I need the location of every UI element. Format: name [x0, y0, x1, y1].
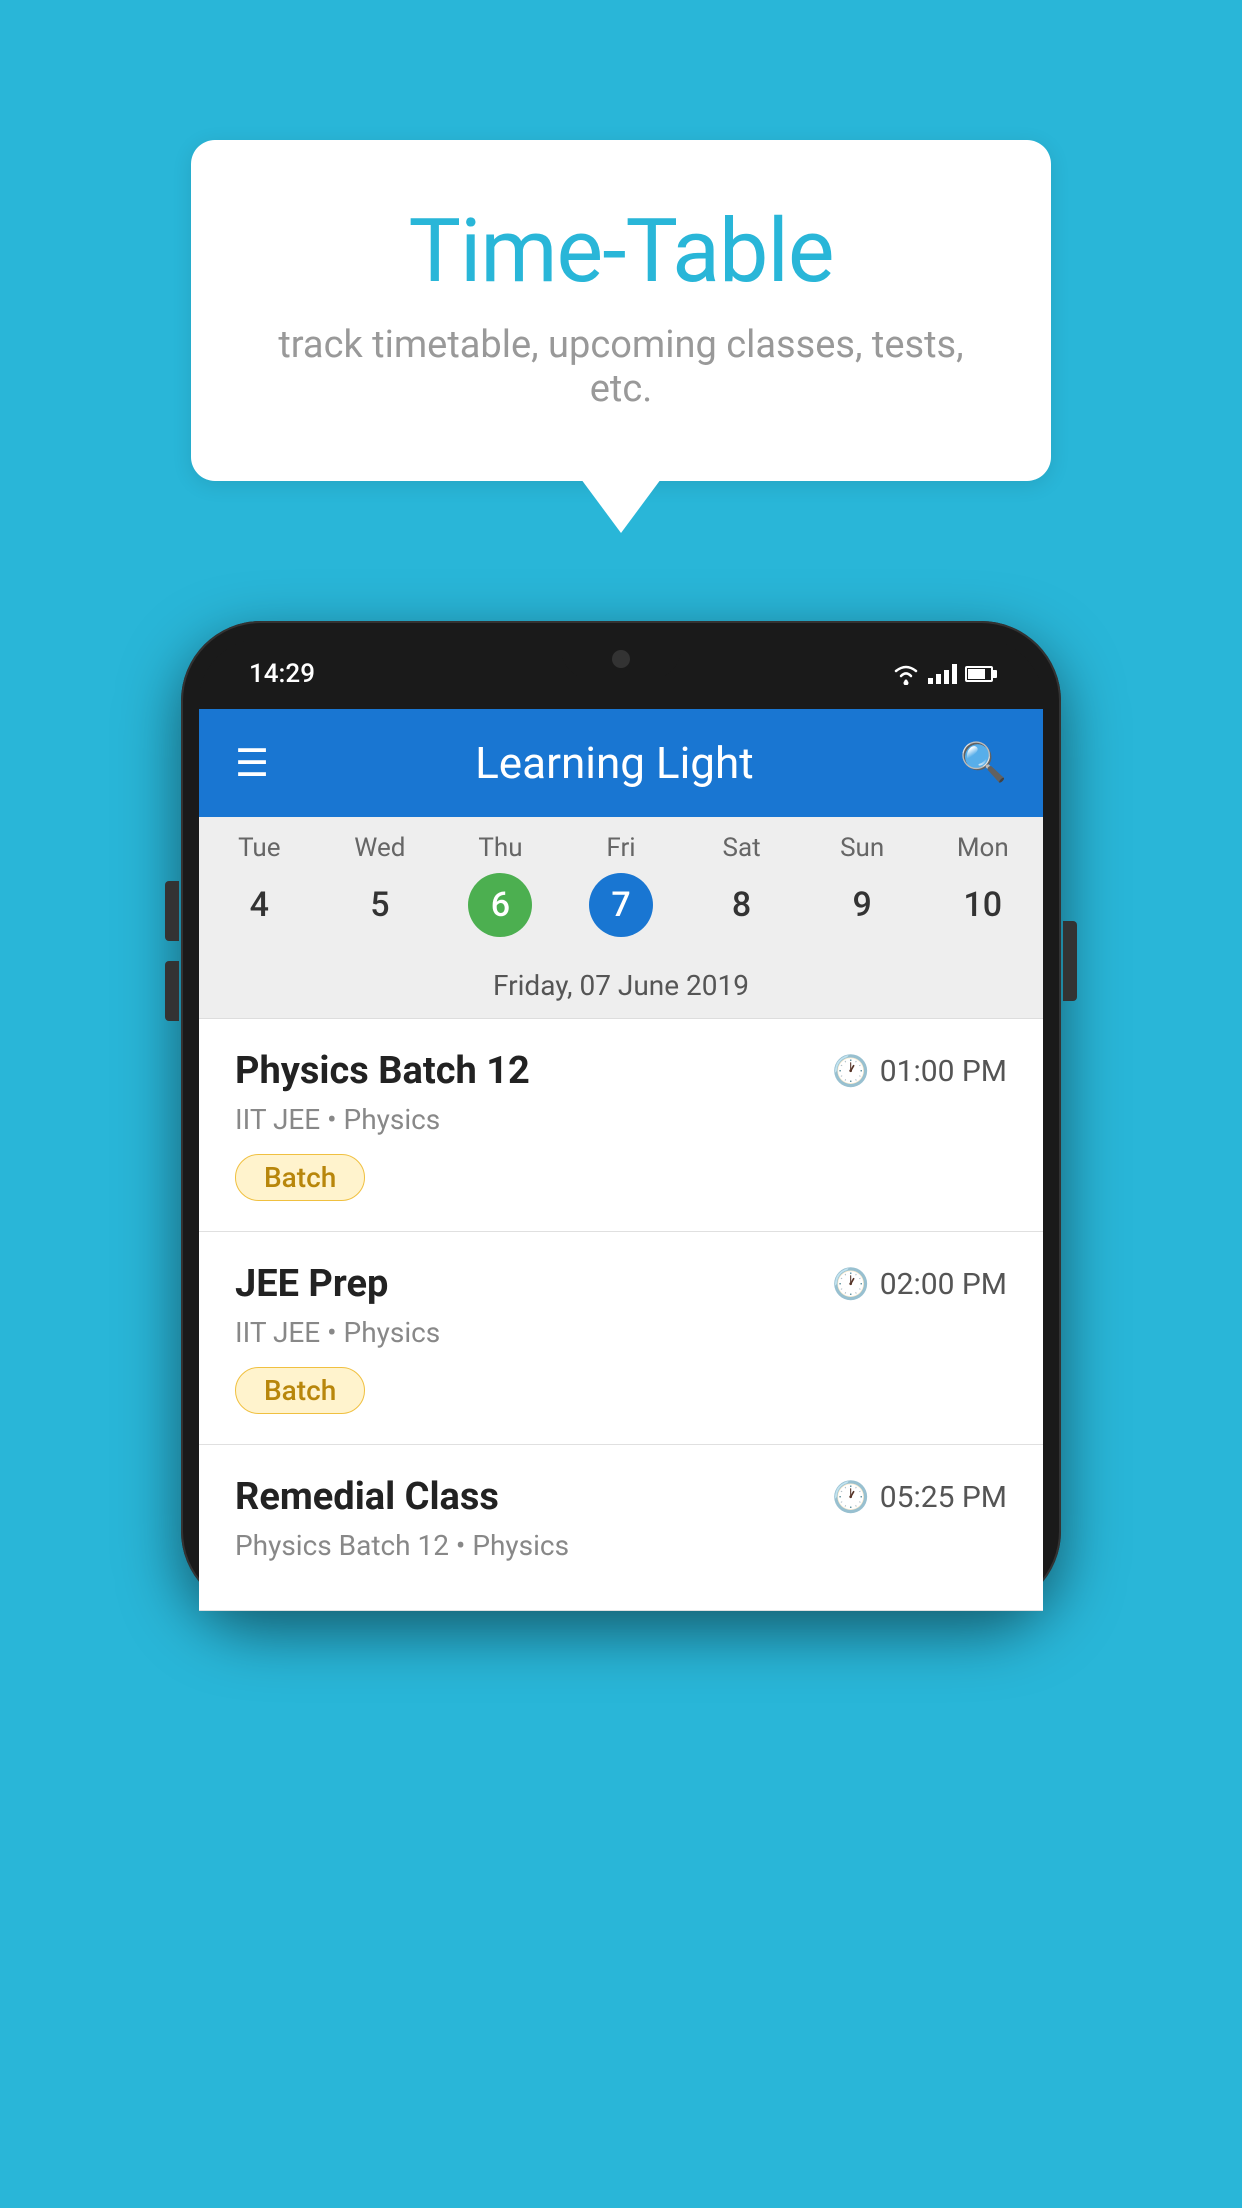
class-name: JEE Prep [235, 1262, 388, 1306]
app-title: Learning Light [269, 737, 960, 789]
calendar-day[interactable]: Thu 6 [440, 833, 561, 945]
day-number[interactable]: 10 [951, 873, 1015, 937]
class-item[interactable]: JEE Prep 🕐 02:00 PM IIT JEE • Physics Batch [199, 1232, 1043, 1445]
day-number[interactable]: 7 [589, 873, 653, 937]
class-name: Physics Batch 12 [235, 1049, 530, 1093]
status-bar: 14:29 [199, 639, 1043, 709]
speech-bubble: Time-Table track timetable, upcoming cla… [191, 140, 1051, 481]
volume-up-button [165, 881, 179, 941]
wifi-icon [892, 663, 920, 685]
class-item[interactable]: Remedial Class 🕐 05:25 PM Physics Batch 12… [199, 1445, 1043, 1611]
class-meta: IIT JEE • Physics [235, 1103, 1007, 1136]
class-time: 🕐 02:00 PM [832, 1267, 1007, 1302]
battery-fill [968, 669, 985, 679]
batch-tag: Batch [235, 1367, 365, 1414]
day-number[interactable]: 8 [710, 873, 774, 937]
day-number[interactable]: 5 [348, 873, 412, 937]
day-name: Sat [681, 833, 802, 863]
day-name: Wed [320, 833, 441, 863]
class-meta: IIT JEE • Physics [235, 1316, 1007, 1349]
menu-icon[interactable]: ☰ [235, 741, 269, 786]
class-header: Remedial Class 🕐 05:25 PM [235, 1475, 1007, 1519]
app-header: ☰ Learning Light 🔍 [199, 709, 1043, 817]
day-number[interactable]: 6 [468, 873, 532, 937]
status-time: 14:29 [249, 659, 315, 689]
class-time: 🕐 01:00 PM [832, 1054, 1007, 1089]
signal-icon [928, 664, 957, 684]
clock-icon: 🕐 [832, 1054, 869, 1089]
class-item[interactable]: Physics Batch 12 🕐 01:00 PM IIT JEE • Phys… [199, 1019, 1043, 1232]
day-name: Sun [802, 833, 923, 863]
class-header: JEE Prep 🕐 02:00 PM [235, 1262, 1007, 1306]
class-header: Physics Batch 12 🕐 01:00 PM [235, 1049, 1007, 1093]
phone-shell: 14:29 [181, 621, 1061, 1611]
calendar-day[interactable]: Sat 8 [681, 833, 802, 945]
clock-icon: 🕐 [832, 1480, 869, 1515]
day-name: Thu [440, 833, 561, 863]
day-number[interactable]: 9 [830, 873, 894, 937]
calendar-section: Tue 4 Wed 5 Thu 6 Fri 7 Sat 8 Sun 9 Mon 10 Friday, 07… [199, 817, 1043, 1019]
clock-icon: 🕐 [832, 1267, 869, 1302]
day-number[interactable]: 4 [227, 873, 291, 937]
phone-notch [561, 639, 681, 679]
classes-list: Physics Batch 12 🕐 01:00 PM IIT JEE • Phys… [199, 1019, 1043, 1611]
class-meta: Physics Batch 12 • Physics [235, 1529, 1007, 1562]
battery-icon [965, 666, 993, 682]
calendar-day[interactable]: Wed 5 [320, 833, 441, 945]
selected-date-label: Friday, 07 June 2019 [199, 953, 1043, 1019]
phone-mockup: 14:29 [181, 621, 1061, 1611]
calendar-day[interactable]: Sun 9 [802, 833, 923, 945]
bubble-subtitle: track timetable, upcoming classes, tests… [271, 323, 971, 411]
search-icon[interactable]: 🔍 [960, 741, 1007, 785]
status-icons [892, 663, 993, 685]
class-name: Remedial Class [235, 1475, 499, 1519]
day-name: Mon [922, 833, 1043, 863]
power-button [1063, 921, 1077, 1001]
batch-tag: Batch [235, 1154, 365, 1201]
class-time: 🕐 05:25 PM [832, 1480, 1007, 1515]
speech-bubble-section: Time-Table track timetable, upcoming cla… [0, 140, 1242, 481]
front-camera [612, 650, 630, 668]
day-name: Tue [199, 833, 320, 863]
day-name: Fri [561, 833, 682, 863]
phone-screen: ☰ Learning Light 🔍 Tue 4 Wed 5 Thu 6 Fri 7 Sat 8S… [199, 709, 1043, 1611]
days-row: Tue 4 Wed 5 Thu 6 Fri 7 Sat 8 Sun 9 Mon 10 [199, 817, 1043, 953]
calendar-day[interactable]: Mon 10 [922, 833, 1043, 945]
volume-down-button [165, 961, 179, 1021]
calendar-day[interactable]: Tue 4 [199, 833, 320, 945]
bubble-title: Time-Table [271, 200, 971, 303]
calendar-day[interactable]: Fri 7 [561, 833, 682, 945]
